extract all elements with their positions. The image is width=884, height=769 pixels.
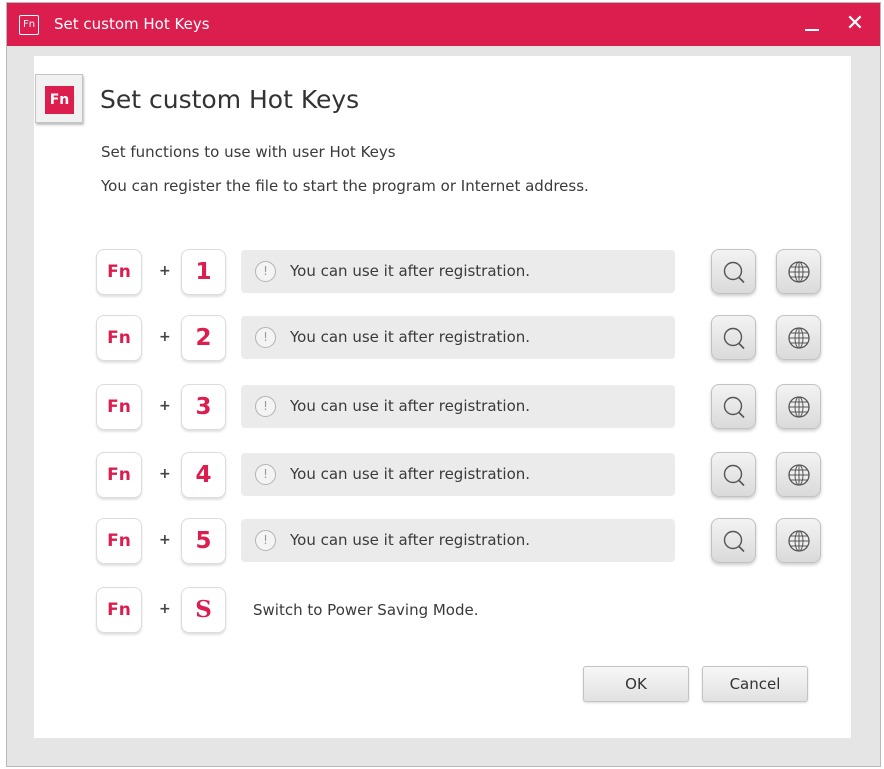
s-key: S xyxy=(181,587,226,633)
plus-sign: + xyxy=(159,263,171,279)
warning-icon: ! xyxy=(255,464,276,485)
warning-icon: ! xyxy=(255,327,276,348)
search-icon xyxy=(723,530,745,553)
registration-status: You can use it after registration. xyxy=(290,262,531,280)
cancel-button[interactable]: Cancel xyxy=(702,666,808,702)
web-address-button[interactable] xyxy=(776,384,821,429)
description-line-1: Set functions to use with user Hot Keys xyxy=(101,143,396,161)
plus-sign: + xyxy=(159,466,171,482)
hotkey-app-icon: Fn xyxy=(35,74,83,123)
web-address-button[interactable] xyxy=(776,315,821,360)
search-icon xyxy=(723,327,745,350)
title-bar[interactable]: Fn Set custom Hot Keys ✕ xyxy=(7,3,880,46)
fn-key: Fn xyxy=(96,587,142,633)
plus-sign: + xyxy=(159,398,171,414)
hotkey-row-4: Fn + 4 ! You can use it after registrati… xyxy=(34,452,851,500)
number-key: 3 xyxy=(181,384,226,430)
hotkey-row-2: Fn + 2 ! You can use it after registrati… xyxy=(34,315,851,363)
content-panel: Fn Set custom Hot Keys Set functions to … xyxy=(34,56,851,738)
web-address-button[interactable] xyxy=(776,518,821,563)
registration-status: You can use it after registration. xyxy=(290,328,531,346)
number-key: 4 xyxy=(181,452,226,498)
fn-badge: Fn xyxy=(45,86,74,114)
hotkey-path-field[interactable]: ! You can use it after registration. xyxy=(241,250,675,293)
web-address-button[interactable] xyxy=(776,452,821,497)
hotkey-path-field[interactable]: ! You can use it after registration. xyxy=(241,385,675,428)
browse-file-button[interactable] xyxy=(711,452,756,497)
plus-sign: + xyxy=(159,601,171,617)
hotkeys-window: Fn Set custom Hot Keys ✕ Fn Set custom H… xyxy=(6,2,881,767)
warning-icon: ! xyxy=(255,396,276,417)
registration-status: You can use it after registration. xyxy=(290,465,531,483)
fn-key: Fn xyxy=(96,249,142,295)
hotkey-path-field[interactable]: ! You can use it after registration. xyxy=(241,316,675,359)
number-key: 5 xyxy=(181,518,226,564)
hotkey-row-5: Fn + 5 ! You can use it after registrati… xyxy=(34,518,851,566)
browse-file-button[interactable] xyxy=(711,384,756,429)
warning-icon: ! xyxy=(255,261,276,282)
fn-key: Fn xyxy=(96,315,142,361)
globe-icon xyxy=(788,464,810,486)
number-key: 1 xyxy=(181,249,226,295)
globe-icon xyxy=(788,261,810,283)
browse-file-button[interactable] xyxy=(711,315,756,360)
window-title: Set custom Hot Keys xyxy=(54,15,210,33)
description-line-2: You can register the file to start the p… xyxy=(101,177,589,195)
hotkey-path-field[interactable]: ! You can use it after registration. xyxy=(241,453,675,496)
search-icon xyxy=(723,261,745,284)
power-saving-label: Switch to Power Saving Mode. xyxy=(253,601,479,619)
globe-icon xyxy=(788,396,810,418)
ok-button[interactable]: OK xyxy=(583,666,689,702)
globe-icon xyxy=(788,530,810,552)
registration-status: You can use it after registration. xyxy=(290,531,531,549)
hotkey-row-1: Fn + 1 ! You can use it after registrati… xyxy=(34,249,851,297)
minimize-button[interactable] xyxy=(801,11,825,37)
plus-sign: + xyxy=(159,329,171,345)
page-title: Set custom Hot Keys xyxy=(100,85,360,114)
registration-status: You can use it after registration. xyxy=(290,397,531,415)
hotkey-row-3: Fn + 3 ! You can use it after registrati… xyxy=(34,384,851,432)
fn-key: Fn xyxy=(96,518,142,564)
number-key: 2 xyxy=(181,315,226,361)
search-icon xyxy=(723,464,745,487)
hotkey-path-field[interactable]: ! You can use it after registration. xyxy=(241,519,675,562)
browse-file-button[interactable] xyxy=(711,518,756,563)
fn-logo-icon: Fn xyxy=(19,15,39,35)
close-button[interactable]: ✕ xyxy=(841,10,869,38)
warning-icon: ! xyxy=(255,530,276,551)
fn-key: Fn xyxy=(96,452,142,498)
browse-file-button[interactable] xyxy=(711,249,756,294)
plus-sign: + xyxy=(159,532,171,548)
web-address-button[interactable] xyxy=(776,249,821,294)
fn-key: Fn xyxy=(96,384,142,430)
search-icon xyxy=(723,396,745,419)
power-saving-row: Fn + S Switch to Power Saving Mode. xyxy=(34,587,851,635)
globe-icon xyxy=(788,327,810,349)
